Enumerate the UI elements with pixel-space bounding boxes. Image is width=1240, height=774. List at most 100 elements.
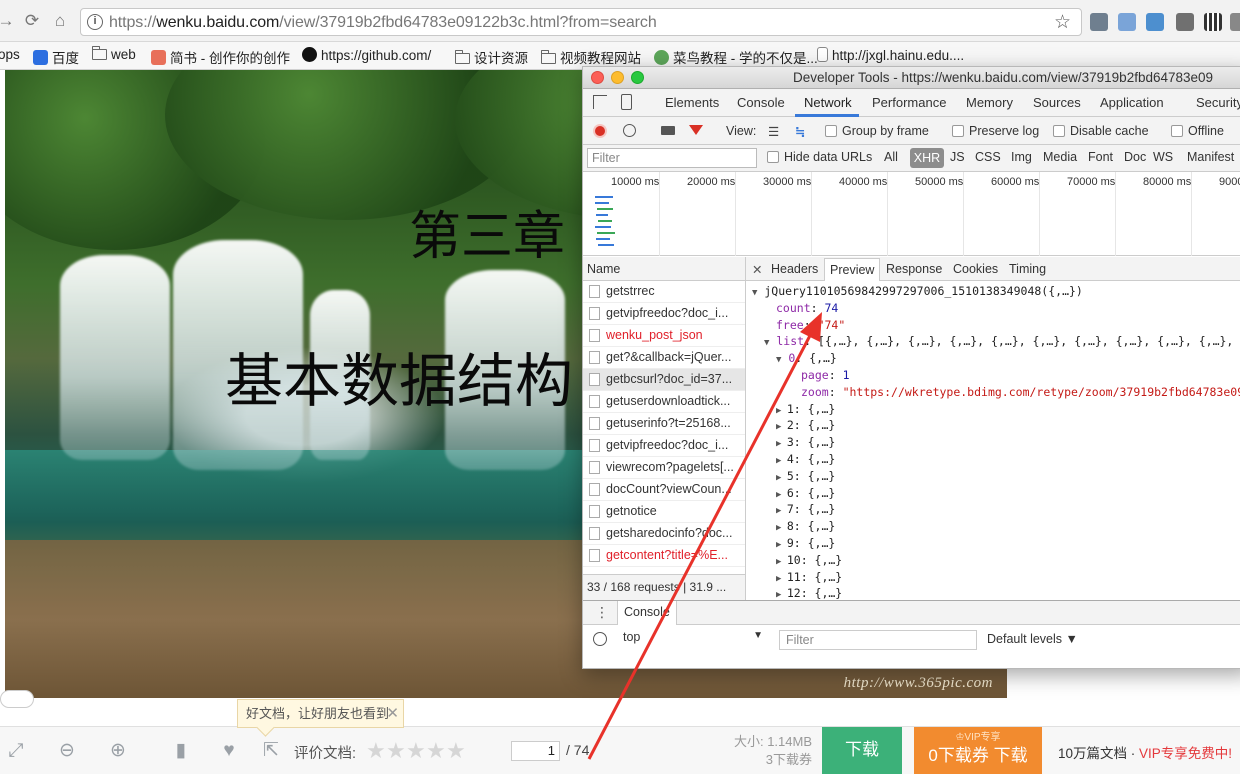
clear-icon[interactable] [623, 124, 636, 137]
fullscreen-icon[interactable]: ⤢ [5, 740, 27, 762]
tab-memory[interactable]: Memory [966, 95, 1013, 110]
hide-data-urls-checkbox[interactable]: Hide data URLs [767, 150, 872, 164]
json-collapsed-row[interactable]: ▶ 12: {,…} [746, 585, 1240, 600]
tab-timing[interactable]: Timing [1009, 262, 1046, 276]
json-collapsed-row[interactable]: ▶ 9: {,…} [746, 535, 1240, 552]
device-toolbar-icon[interactable] [621, 94, 632, 110]
collapsed-triangle-icon[interactable]: ▶ [776, 422, 787, 432]
star-icon[interactable]: ★ [426, 738, 446, 764]
extension-icon-1[interactable] [1090, 13, 1108, 31]
filter-media[interactable]: Media [1043, 150, 1077, 164]
console-filter-input[interactable]: Filter [779, 630, 977, 650]
json-collapsed-row[interactable]: ▶ 10: {,…} [746, 552, 1240, 569]
zoom-in-icon[interactable]: ⊕ [107, 740, 129, 762]
filter-icon[interactable] [689, 125, 703, 135]
network-overview-timeline[interactable]: 10000 ms 20000 ms 30000 ms 40000 ms 5000… [583, 172, 1240, 256]
star-icon[interactable]: ★ [386, 738, 406, 764]
filter-js[interactable]: JS [950, 150, 965, 164]
vip-download-button[interactable]: ♔VIP专享 0下载券 下载 [914, 727, 1042, 774]
json-item-row[interactable]: ▼ 0: {,…} [746, 350, 1240, 367]
reload-icon[interactable]: ⟳ [22, 11, 42, 31]
offline-checkbox[interactable]: Offline [1171, 124, 1224, 138]
filter-xhr[interactable]: XHR [910, 148, 944, 168]
page-number-input[interactable]: 1 [511, 741, 560, 761]
bookmark-baidu[interactable]: 百度 [33, 47, 79, 67]
tab-console[interactable]: Console [737, 95, 785, 110]
bookmark-github[interactable]: https://github.com/ [302, 47, 431, 63]
close-window-icon[interactable] [591, 71, 604, 84]
json-collapsed-row[interactable]: ▶ 2: {,…} [746, 417, 1240, 434]
vip-promo[interactable]: 10万篇文档 · VIP专享免费中! [1058, 742, 1232, 762]
json-collapsed-row[interactable]: ▶ 6: {,…} [746, 485, 1240, 502]
request-row[interactable]: getsharedocinfo?doc... [583, 523, 745, 545]
filter-font[interactable]: Font [1088, 150, 1113, 164]
json-root-row[interactable]: ▼ jQuery11010569842997297006_15101383490… [746, 283, 1240, 300]
filter-ws[interactable]: WS [1153, 150, 1173, 164]
request-row[interactable]: getuserdownloadtick... [583, 391, 745, 413]
request-row[interactable]: getbcsurl?doc_id=37... [583, 369, 745, 391]
capture-screenshots-icon[interactable] [661, 126, 675, 135]
tab-performance[interactable]: Performance [872, 95, 946, 110]
address-bar[interactable]: i https://wenku.baidu.com/view/37919b2fb… [80, 8, 1082, 36]
collapsed-triangle-icon[interactable]: ▶ [776, 574, 787, 584]
request-row[interactable]: getvipfreedoc?doc_i... [583, 303, 745, 325]
tab-headers[interactable]: Headers [771, 262, 818, 276]
name-column-header[interactable]: Name [583, 257, 745, 281]
request-row[interactable]: getuserinfo?t=25168... [583, 413, 745, 435]
tab-console-drawer[interactable]: Console [617, 601, 677, 625]
bookmark-runoob[interactable]: 菜鸟教程 - 学的不仅是... [654, 47, 818, 67]
tab-preview[interactable]: Preview [824, 258, 881, 281]
close-icon[interactable]: ✕ [386, 700, 399, 727]
share-icon[interactable]: ⇱ [260, 740, 282, 762]
bookmark-star-icon[interactable]: ☆ [1054, 11, 1071, 34]
collapsed-triangle-icon[interactable]: ▶ [776, 557, 787, 567]
download-button[interactable]: 下载 [822, 727, 902, 774]
collapsed-triangle-icon[interactable]: ▶ [776, 540, 787, 550]
tab-network[interactable]: Network [804, 95, 852, 110]
json-collapsed-row[interactable]: ▶ 4: {,…} [746, 451, 1240, 468]
info-icon[interactable]: i [87, 14, 103, 30]
json-collapsed-row[interactable]: ▶ 1: {,…} [746, 401, 1240, 418]
extension-icon-3[interactable] [1146, 13, 1164, 31]
clear-console-icon[interactable] [593, 632, 607, 646]
json-collapsed-row[interactable]: ▶ 7: {,…} [746, 501, 1240, 518]
url-text[interactable]: https://wenku.baidu.com/view/37919b2fbd6… [109, 14, 657, 32]
request-row[interactable]: getcontent?title=%E... [583, 545, 745, 567]
collapsed-triangle-icon[interactable]: ▶ [776, 490, 787, 500]
request-row[interactable]: getnotice [583, 501, 745, 523]
star-icon[interactable]: ★ [446, 738, 466, 764]
minimize-window-icon[interactable] [611, 71, 624, 84]
star-icon[interactable]: ★ [406, 738, 426, 764]
filter-manifest[interactable]: Manifest [1187, 150, 1234, 164]
bookmark-video[interactable]: 视频教程网站 [540, 47, 641, 67]
extension-icon-4[interactable] [1176, 13, 1194, 31]
expanded-triangle-icon[interactable]: ▼ [764, 338, 769, 348]
collapsed-triangle-icon[interactable]: ▶ [776, 523, 787, 533]
request-row[interactable]: viewrecom?pagelets[... [583, 457, 745, 479]
collapsed-triangle-icon[interactable]: ▶ [776, 406, 787, 416]
bookmark-design[interactable]: 设计资源 [454, 47, 528, 67]
more-vertical-icon[interactable]: ⋮ [595, 604, 609, 621]
collapsed-triangle-icon[interactable]: ▶ [776, 473, 787, 483]
request-row[interactable]: get?&callback=jQuer... [583, 347, 745, 369]
network-filter-input[interactable]: Filter [587, 148, 757, 168]
json-collapsed-row[interactable]: ▶ 5: {,…} [746, 468, 1240, 485]
preserve-log-checkbox[interactable]: Preserve log [952, 124, 1039, 138]
home-icon[interactable]: ⌂ [50, 11, 70, 31]
collapsed-triangle-icon[interactable]: ▶ [776, 456, 787, 466]
bookmark-apps[interactable]: ops [0, 47, 20, 62]
json-collapsed-row[interactable]: ▶ 11: {,…} [746, 569, 1240, 586]
request-row[interactable]: getvipfreedoc?doc_i... [583, 435, 745, 457]
json-collapsed-row[interactable]: ▶ 3: {,…} [746, 434, 1240, 451]
extension-icon-2[interactable] [1118, 13, 1136, 31]
log-levels-select[interactable]: Default levels ▼ [987, 632, 1078, 646]
zoom-out-icon[interactable]: ⊖ [56, 740, 78, 762]
request-row[interactable]: wenku_post_json [583, 325, 745, 347]
tab-sources[interactable]: Sources [1033, 95, 1081, 110]
qr-code-icon[interactable] [1204, 13, 1222, 31]
collapsed-triangle-icon[interactable]: ▶ [776, 506, 787, 516]
expanded-triangle-icon[interactable]: ▼ [752, 288, 757, 298]
filter-doc[interactable]: Doc [1124, 150, 1146, 164]
group-by-frame-checkbox[interactable]: Group by frame [825, 124, 929, 138]
tab-cookies[interactable]: Cookies [953, 262, 998, 276]
